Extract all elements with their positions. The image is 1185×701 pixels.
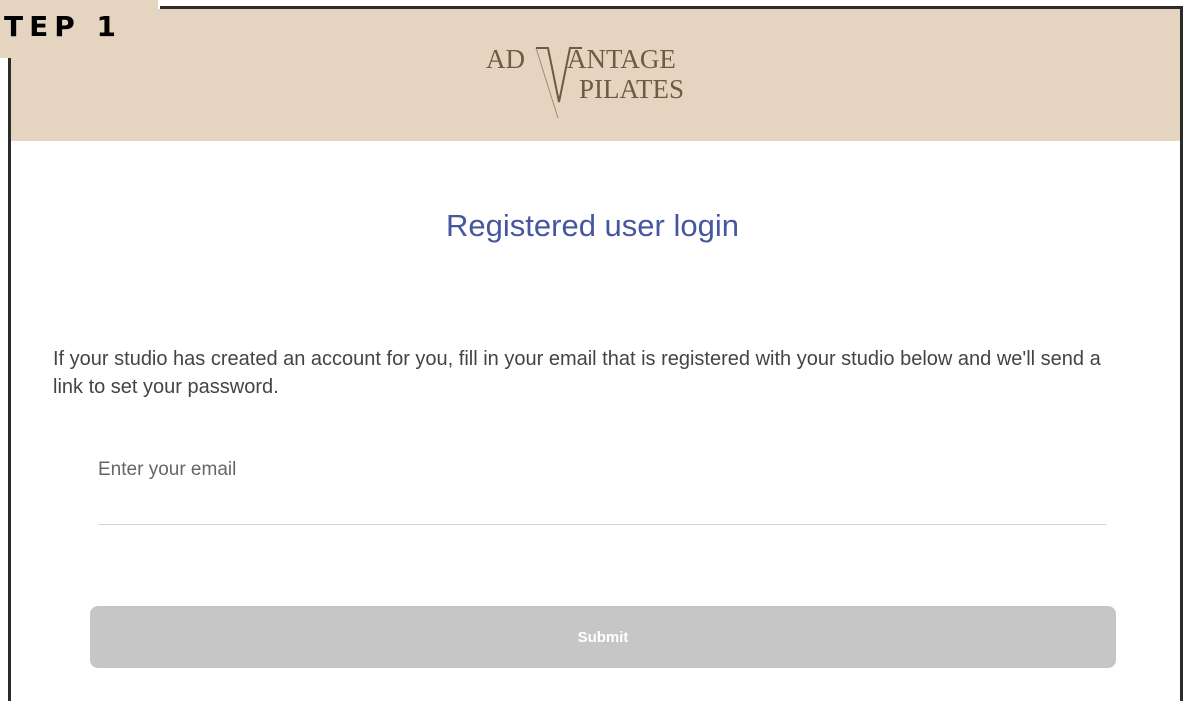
page: TEP 1 AD ANTAGE PILATES Registered user … (0, 0, 1185, 701)
brand-logo: AD ANTAGE PILATES (486, 42, 716, 122)
email-field (98, 448, 1108, 526)
logo-text-ad: AD (486, 44, 525, 74)
page-title: Registered user login (446, 208, 739, 243)
step-label: TEP 1 (4, 10, 122, 43)
submit-button[interactable]: Submit (90, 606, 1116, 668)
logo-mark: AD ANTAGE PILATES (486, 44, 684, 119)
instructions-text: If your studio has created an account fo… (53, 348, 1101, 398)
logo-text-antage: ANTAGE (567, 44, 676, 74)
logo-text-pilates: PILATES (579, 74, 684, 104)
step-tag: TEP 1 (0, 0, 158, 58)
email-input[interactable] (98, 448, 1106, 525)
frame-right-border (1180, 6, 1183, 701)
